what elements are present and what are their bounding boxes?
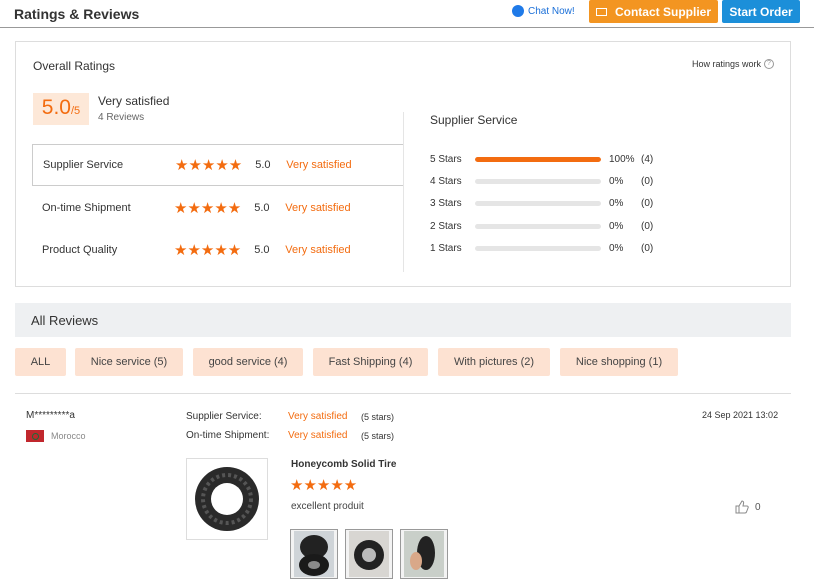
rating-percent: 0% [609, 175, 624, 187]
contact-supplier-label: Contact Supplier [614, 4, 711, 19]
overall-ratings-title: Overall Ratings [33, 59, 116, 73]
review-date: 24 Sep 2021 13:02 [702, 410, 779, 420]
tag-with-pictures[interactable]: With pictures (2) [438, 348, 550, 376]
review-photo[interactable] [345, 529, 393, 579]
shipment-value: Very satisfied [288, 430, 348, 441]
shipment-stars: (5 stars) [361, 431, 395, 441]
all-reviews-title: All Reviews [31, 313, 99, 328]
how-ratings-work-link[interactable]: How ratings work ? [692, 59, 774, 69]
star-breakdown-row: 3 Stars 0% (0) [430, 196, 670, 210]
supplier-service-label: Supplier Service: [186, 411, 262, 422]
page-title: Ratings & Reviews [14, 6, 140, 22]
reviewer-country: Morocco [51, 431, 86, 441]
overall-score-badge: 5.0 /5 [33, 93, 89, 125]
reviewer-name: M*********a [26, 410, 75, 421]
chat-now-label: Chat Now! [528, 5, 575, 17]
like-count: 0 [755, 501, 761, 513]
overall-ratings-panel: Overall Ratings How ratings work ? 5.0 /… [15, 41, 791, 287]
overall-score-max: /5 [71, 105, 81, 117]
all-reviews-header: All Reviews [15, 303, 791, 337]
breakdown-title: Supplier Service [430, 113, 518, 127]
star-rating: ★★★★★ [174, 242, 242, 259]
rating-bar [475, 245, 601, 251]
rating-count: (0) [641, 242, 654, 254]
supplier-service-value: Very satisfied [288, 411, 348, 422]
tire-icon [195, 467, 259, 531]
contact-supplier-button[interactable]: Contact Supplier [589, 0, 718, 23]
rating-percent: 100% [609, 153, 635, 165]
overall-score: 5.0 [41, 96, 71, 119]
thumbs-up-icon [735, 500, 749, 514]
page-header: Ratings & Reviews Chat Now! Contact Supp… [0, 0, 814, 28]
star-rating: ★★★★★ [175, 157, 243, 174]
how-ratings-work-label: How ratings work [691, 59, 761, 69]
star-breakdown-row: 1 Stars 0% (0) [430, 241, 670, 255]
star-level-label: 3 Stars [430, 197, 462, 209]
rating-text: Very satisfied [285, 244, 351, 256]
divider [15, 393, 791, 394]
overall-satisfaction: Very satisfied [98, 94, 170, 108]
tire-photo-icon [349, 531, 389, 577]
tag-fast-shipping[interactable]: Fast Shipping (4) [313, 348, 428, 376]
supplier-service-stars: (5 stars) [361, 412, 395, 422]
rating-label: On-time Shipment [42, 202, 131, 214]
rating-text: Very satisfied [286, 159, 352, 171]
rating-row-on-time-shipment[interactable]: On-time Shipment ★★★★★ 5.0 Very satisfie… [32, 187, 404, 229]
tag-nice-service[interactable]: Nice service (5) [75, 348, 183, 376]
tag-all[interactable]: ALL [15, 348, 66, 376]
help-icon: ? [764, 59, 774, 69]
tire-photo-icon [404, 531, 444, 577]
envelope-icon [595, 7, 607, 16]
review-photo[interactable] [400, 529, 448, 579]
tag-nice-shopping[interactable]: Nice shopping (1) [560, 348, 678, 376]
rating-percent: 0% [609, 242, 624, 254]
star-level-label: 4 Stars [430, 175, 462, 187]
rating-score: 5.0 [254, 244, 270, 256]
rating-count: (0) [641, 220, 654, 232]
rating-bar [475, 200, 601, 206]
rating-row-product-quality[interactable]: Product Quality ★★★★★ 5.0 Very satisfied [32, 229, 404, 271]
star-breakdown-row: 4 Stars 0% (0) [430, 174, 670, 188]
rating-label: Product Quality [42, 244, 118, 256]
like-button[interactable]: 0 [735, 500, 761, 514]
rating-count: (0) [641, 175, 654, 187]
review-count: 4 Reviews [98, 112, 145, 123]
shipment-label: On-time Shipment: [186, 430, 270, 441]
tag-good-service[interactable]: good service (4) [193, 348, 303, 376]
chat-icon [512, 5, 524, 17]
start-order-button[interactable]: Start Order [722, 0, 800, 23]
star-rating: ★★★★★ [174, 200, 242, 217]
rating-percent: 0% [609, 197, 624, 209]
rating-count: (0) [641, 197, 654, 209]
rating-count: (4) [641, 153, 654, 165]
star-level-label: 2 Stars [430, 220, 462, 232]
panel-divider [403, 112, 404, 272]
star-breakdown-row: 5 Stars 100% (4) [430, 152, 670, 166]
rating-bar [475, 178, 601, 184]
rating-bar [475, 156, 601, 162]
rating-bar [475, 223, 601, 229]
review-comment: excellent produit [291, 501, 364, 512]
tire-photo-icon [294, 531, 334, 577]
product-star-rating: ★★★★★ [290, 477, 358, 494]
rating-score: 5.0 [255, 159, 271, 171]
star-breakdown-row: 2 Stars 0% (0) [430, 219, 670, 233]
rating-row-supplier-service[interactable]: Supplier Service ★★★★★ 5.0 Very satisfie… [32, 144, 404, 186]
morocco-flag-icon [26, 430, 44, 442]
product-image[interactable] [186, 458, 268, 540]
review-photo[interactable] [290, 529, 338, 579]
rating-label: Supplier Service [43, 159, 124, 171]
rating-score: 5.0 [254, 202, 270, 214]
product-name[interactable]: Honeycomb Solid Tire [291, 459, 396, 470]
star-level-label: 1 Stars [430, 242, 462, 254]
chat-now-link[interactable]: Chat Now! [512, 5, 575, 17]
rating-text: Very satisfied [285, 202, 351, 214]
rating-percent: 0% [609, 220, 624, 232]
star-level-label: 5 Stars [430, 153, 462, 165]
rating-bar-fill [475, 156, 601, 162]
